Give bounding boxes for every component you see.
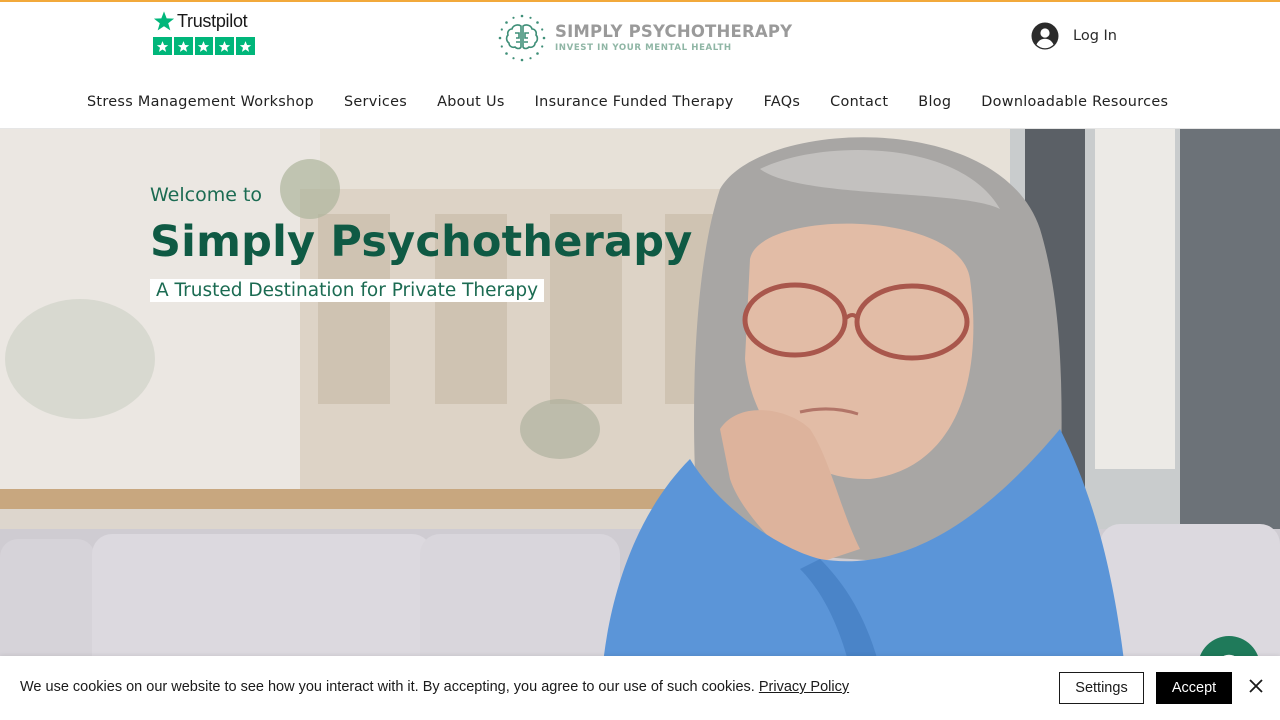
brand-tagline: INVEST IN YOUR MENTAL HEALTH (555, 43, 732, 53)
star-icon (173, 37, 193, 55)
hero-title: Simply Psychotherapy (150, 217, 693, 267)
privacy-policy-link[interactable]: Privacy Policy (759, 679, 849, 695)
trustpilot-stars (153, 37, 255, 55)
hero-section: Welcome to Simply Psychotherapy A Truste… (0, 129, 1280, 720)
star-icon (153, 37, 172, 55)
star-icon (194, 37, 214, 55)
trustpilot-wordmark: Trustpilot (177, 10, 248, 31)
brand-name: SIMPLY PSYCHOTHERAPY (555, 22, 793, 41)
cookie-banner: We use cookies on our website to see how… (0, 656, 1280, 720)
star-icon (236, 37, 255, 55)
nav-item-about-us[interactable]: About Us (422, 94, 520, 110)
user-avatar-icon (1031, 22, 1059, 50)
brain-logo-icon (498, 14, 546, 62)
cookie-settings-button[interactable]: Settings (1059, 672, 1144, 704)
nav-item-contact[interactable]: Contact (815, 94, 903, 110)
nav-item-faqs[interactable]: FAQs (749, 94, 816, 110)
site-header: Trustpilot SIMPLY PSYCHOTHERAPY INVEST I… (0, 2, 1280, 129)
trustpilot-badge[interactable]: Trustpilot (153, 10, 255, 58)
nav-item-stress-management-workshop[interactable]: Stress Management Workshop (72, 94, 329, 110)
trustpilot-star-icon (153, 11, 175, 31)
nav-item-services[interactable]: Services (329, 94, 422, 110)
hero-subtitle: A Trusted Destination for Private Therap… (150, 279, 545, 302)
nav-item-downloadable-resources[interactable]: Downloadable Resources (966, 94, 1183, 110)
star-icon (215, 37, 235, 55)
login-button[interactable]: Log In (1031, 21, 1117, 51)
hero-welcome-text: Welcome to (150, 184, 263, 206)
main-nav: Stress Management Workshop Services Abou… (72, 84, 1183, 120)
login-label: Log In (1073, 28, 1117, 44)
cookie-accept-button[interactable]: Accept (1156, 672, 1232, 704)
nav-item-insurance-funded-therapy[interactable]: Insurance Funded Therapy (520, 94, 749, 110)
close-icon[interactable] (1246, 676, 1266, 696)
cookie-message: We use cookies on our website to see how… (20, 679, 755, 695)
brand-logo-link[interactable]: SIMPLY PSYCHOTHERAPY INVEST IN YOUR MENT… (497, 12, 792, 64)
nav-item-blog[interactable]: Blog (903, 94, 966, 110)
